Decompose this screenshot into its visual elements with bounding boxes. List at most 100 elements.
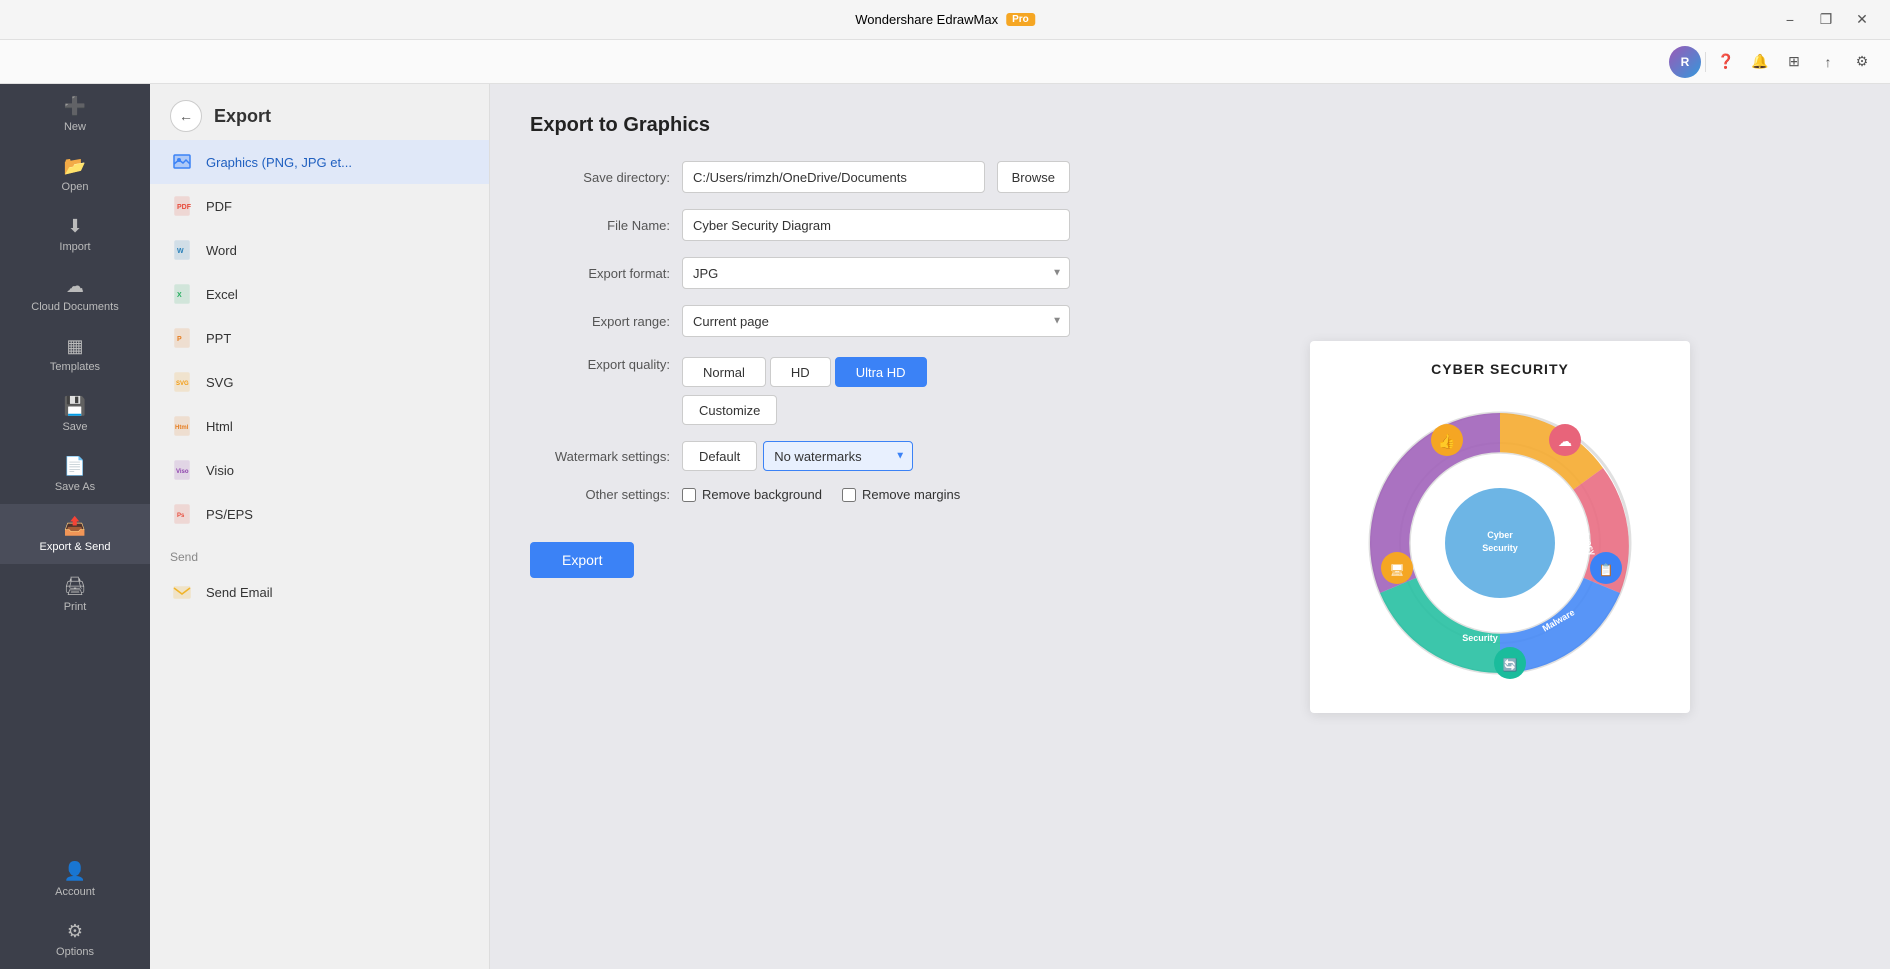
sidebar-item-import[interactable]: ⬇ Import	[0, 204, 150, 264]
export-quality-row: Export quality: Normal HD Ultra HD Custo…	[530, 353, 1070, 425]
watermark-row: Watermark settings: Default No watermark…	[530, 441, 1070, 471]
export-form: Export to Graphics Save directory: Brows…	[490, 84, 1110, 969]
svg-text:W: W	[177, 248, 184, 255]
account-icon: 👤	[64, 861, 86, 882]
remove-background-checkbox[interactable]	[682, 488, 696, 502]
export-item-excel[interactable]: X Excel	[150, 272, 489, 316]
sidebar-item-saveas[interactable]: 📄 Save As	[0, 444, 150, 504]
app-title: Wondershare EdrawMax	[855, 12, 998, 27]
grid-icon[interactable]: ⊞	[1778, 46, 1810, 78]
watermark-select[interactable]: No watermarks Custom watermark	[763, 441, 913, 471]
visio-icon: Viso	[170, 458, 194, 482]
export-item-html[interactable]: Html Html	[150, 404, 489, 448]
browse-button[interactable]: Browse	[997, 161, 1070, 193]
quality-hd-button[interactable]: HD	[770, 357, 831, 387]
sidebar-label-options: Options	[56, 946, 94, 958]
sidebar-label-open: Open	[62, 181, 89, 193]
export-quality-label: Export quality:	[530, 357, 670, 372]
remove-margins-label[interactable]: Remove margins	[842, 487, 960, 502]
svg-text:Security: Security	[1462, 633, 1498, 643]
sidebar-item-new[interactable]: ➕ New	[0, 84, 150, 144]
export-button[interactable]: Export	[530, 542, 634, 578]
quality-ultrahd-button[interactable]: Ultra HD	[835, 357, 927, 387]
export-label-excel: Excel	[206, 287, 238, 302]
export-format-select[interactable]: JPG PNG BMP TIFF GIF	[682, 257, 1070, 289]
other-settings-label: Other settings:	[530, 487, 670, 502]
toolbar-icons: ❓ 🔔 ⊞ ↑ ⚙	[1710, 46, 1878, 78]
sidebar-item-account[interactable]: 👤 Account	[0, 849, 150, 909]
settings-icon[interactable]: ⚙	[1846, 46, 1878, 78]
word-icon: W	[170, 238, 194, 262]
user-avatar[interactable]: R	[1669, 46, 1701, 78]
export-label-word: Word	[206, 243, 237, 258]
sidebar-item-templates[interactable]: ▦ Templates	[0, 324, 150, 384]
quality-section: Normal HD Ultra HD Customize	[682, 357, 927, 425]
export-label-svg: SVG	[206, 375, 233, 390]
sidebar-item-save[interactable]: 💾 Save	[0, 384, 150, 444]
minimize-button[interactable]: −	[1774, 6, 1806, 34]
export-label-pdf: PDF	[206, 199, 232, 214]
sidebar-item-options[interactable]: ⚙ Options	[0, 909, 150, 969]
share-icon[interactable]: ↑	[1812, 46, 1844, 78]
svg-text:Viso: Viso	[176, 469, 189, 475]
quality-group: Normal HD Ultra HD	[682, 357, 927, 387]
send-section: Send Send Email	[150, 544, 489, 614]
ppt-icon: P	[170, 326, 194, 350]
export-item-pdf[interactable]: PDF PDF	[150, 184, 489, 228]
remove-background-label[interactable]: Remove background	[682, 487, 822, 502]
sidebar-label-new: New	[64, 121, 86, 133]
back-button[interactable]: ←	[170, 100, 202, 132]
sidebar-item-cloud[interactable]: ☁ Cloud Documents	[0, 264, 150, 324]
sidebar: ➕ New 📂 Open ⬇ Import ☁ Cloud Documents …	[0, 84, 150, 969]
sidebar-label-save: Save	[62, 421, 87, 433]
restore-button[interactable]: ❐	[1810, 6, 1842, 34]
export-item-pseps[interactable]: Ps PS/EPS	[150, 492, 489, 536]
excel-icon: X	[170, 282, 194, 306]
svg-text:Cyber: Cyber	[1487, 530, 1513, 540]
svg-text:🖥: 🖥	[1389, 563, 1404, 577]
notification-icon[interactable]: 🔔	[1744, 46, 1776, 78]
export-item-email[interactable]: Send Email	[150, 570, 489, 614]
customize-row: Customize	[682, 391, 927, 425]
export-item-word[interactable]: W Word	[150, 228, 489, 272]
sidebar-item-open[interactable]: 📂 Open	[0, 144, 150, 204]
export-item-svg[interactable]: SVG SVG	[150, 360, 489, 404]
diagram-container: Cyber Security Protection Privacy Malwar…	[1350, 393, 1650, 693]
sidebar-item-export[interactable]: 📤 Export & Send	[0, 504, 150, 564]
close-button[interactable]: ✕	[1846, 6, 1878, 34]
new-icon: ➕	[64, 96, 86, 117]
export-item-visio[interactable]: Viso Visio	[150, 448, 489, 492]
export-format-label: Export format:	[530, 266, 670, 281]
save-directory-input[interactable]	[682, 161, 985, 193]
print-icon: 🖨	[64, 576, 87, 597]
sidebar-label-templates: Templates	[50, 361, 100, 373]
svg-icon: SVG	[170, 370, 194, 394]
quality-normal-button[interactable]: Normal	[682, 357, 766, 387]
sidebar-item-print[interactable]: 🖨 Print	[0, 564, 150, 624]
file-name-row: File Name:	[530, 209, 1070, 241]
save-directory-row: Save directory: Browse	[530, 161, 1070, 193]
export-range-select[interactable]: Current page All pages Selected pages	[682, 305, 1070, 337]
save-directory-label: Save directory:	[530, 170, 670, 185]
svg-text:PDF: PDF	[177, 204, 192, 211]
export-item-ppt[interactable]: P PPT	[150, 316, 489, 360]
sidebar-label-import: Import	[59, 241, 90, 253]
file-name-input[interactable]	[682, 209, 1070, 241]
main-layout: ➕ New 📂 Open ⬇ Import ☁ Cloud Documents …	[0, 84, 1890, 969]
export-label-visio: Visio	[206, 463, 234, 478]
svg-text:Html: Html	[175, 425, 189, 431]
pseps-icon: Ps	[170, 502, 194, 526]
customize-button[interactable]: Customize	[682, 395, 777, 425]
export-item-graphics[interactable]: Graphics (PNG, JPG et...	[150, 140, 489, 184]
remove-margins-checkbox[interactable]	[842, 488, 856, 502]
templates-icon: ▦	[66, 336, 83, 357]
export-icon: 📤	[64, 516, 86, 537]
file-name-label: File Name:	[530, 218, 670, 233]
export-label-ppt: PPT	[206, 331, 231, 346]
export-title: Export	[214, 106, 271, 127]
watermark-default-button[interactable]: Default	[682, 441, 757, 471]
svg-text:☁: ☁	[1558, 433, 1572, 449]
export-label-graphics: Graphics (PNG, JPG et...	[206, 155, 352, 170]
pdf-icon: PDF	[170, 194, 194, 218]
help-icon[interactable]: ❓	[1710, 46, 1742, 78]
